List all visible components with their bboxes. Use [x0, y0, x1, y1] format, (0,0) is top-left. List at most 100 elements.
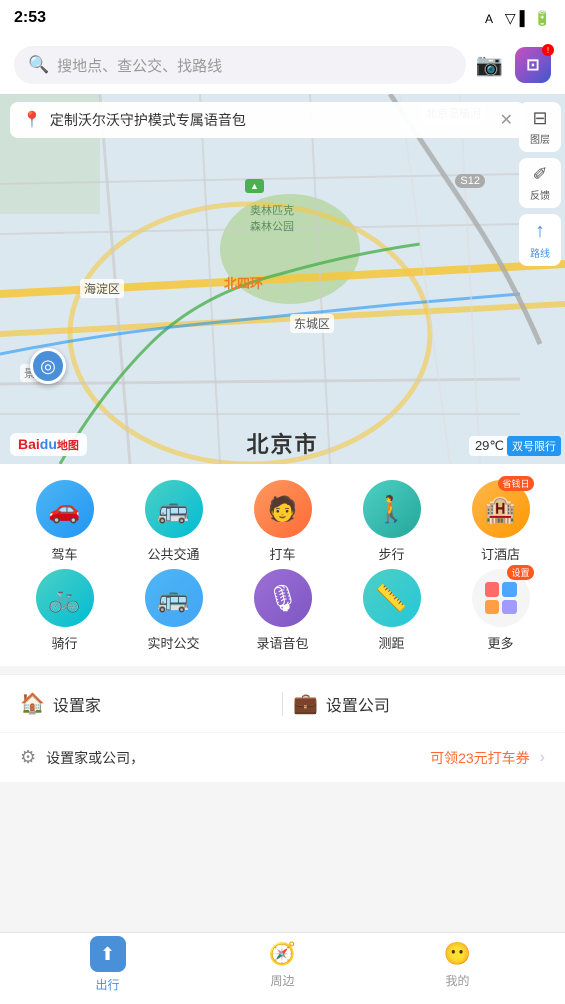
signal-bar-icon: ▌ — [520, 10, 530, 26]
promo-row[interactable]: ⚙ 设置家或公司， 可领23元打车券 › — [0, 733, 565, 782]
mine-label: 我的 — [445, 972, 469, 989]
voice-pack-button[interactable]: 🎙 录语音包 — [238, 569, 328, 652]
drive-label: 驾车 — [51, 544, 77, 563]
quick-actions-row1: 🚗 驾车 🚌 公共交通 🧑 打车 🚶 步行 省钱日 🏨 — [0, 480, 565, 563]
transit-button[interactable]: 🚌 公共交通 — [129, 480, 219, 563]
bike-button[interactable]: 🚲 骑行 — [20, 569, 110, 652]
travel-label: 出行 — [95, 976, 119, 993]
promo-icon: ⚙ — [20, 747, 36, 768]
hotel-icon: 省钱日 🏨 — [472, 480, 530, 538]
transit-label: 公共交通 — [147, 544, 199, 563]
nav-travel[interactable]: ⬆ 出行 — [20, 936, 195, 993]
banner-pin-icon: 📍 — [22, 110, 42, 130]
map-bottom-bar: Baidu地图 — [0, 424, 565, 464]
mine-icon: 😶 — [444, 940, 472, 968]
search-icon: 🔍 — [28, 55, 49, 75]
taxi-label: 打车 — [269, 544, 295, 563]
route-label: 路线 — [530, 245, 550, 260]
travel-icon: ⬆ — [90, 936, 126, 972]
bike-label: 骑行 — [51, 633, 77, 652]
map-banner: 📍 定制沃尔沃守护模式专属语音包 ✕ — [10, 102, 525, 138]
set-home-button[interactable]: 🏠 设置家 — [20, 691, 272, 716]
app-icon-button[interactable]: ⊡ ! — [515, 47, 551, 83]
walk-icon: 🚶 — [363, 480, 421, 538]
company-icon: 💼 — [293, 691, 318, 716]
baidu-logo: Baidu地图 — [10, 433, 87, 456]
promo-highlight-text: 可领23元打车券 — [430, 748, 530, 768]
set-home-label: 设置家 — [53, 692, 101, 716]
home-company-row: 🏠 设置家 💼 设置公司 — [0, 674, 565, 732]
walk-label: 步行 — [378, 544, 404, 563]
home-company-divider — [282, 692, 283, 716]
set-company-label: 设置公司 — [326, 692, 390, 716]
promo-arrow-icon: › — [540, 749, 545, 767]
hotel-badge: 省钱日 — [498, 476, 533, 491]
banner-text: 定制沃尔沃守护模式专属语音包 — [50, 110, 492, 130]
search-input-area[interactable]: 🔍 搜地点、查公交、找路线 — [14, 46, 466, 84]
taxi-button[interactable]: 🧑 打车 — [238, 480, 328, 563]
bike-icon: 🚲 — [36, 569, 94, 627]
measure-icon: 📏 — [363, 569, 421, 627]
layers-label: 图层 — [530, 131, 550, 146]
ring-road-label: 北四环 — [220, 272, 267, 293]
highway-s12-label: S12 — [455, 174, 485, 188]
walk-button[interactable]: 🚶 步行 — [347, 480, 437, 563]
more-button[interactable]: 设置 更多 — [456, 569, 546, 652]
park-badge: ▲ — [245, 179, 264, 193]
transit-icon: 🚌 — [145, 480, 203, 538]
banner-close-button[interactable]: ✕ — [500, 110, 513, 130]
search-placeholder: 搜地点、查公交、找路线 — [57, 55, 222, 76]
hotel-button[interactable]: 省钱日 🏨 订酒店 — [456, 480, 546, 563]
app-logo-icon: ⊡ — [526, 55, 539, 75]
drive-icon: 🚗 — [36, 480, 94, 538]
status-icons: A ▽ ▌ 🔋 — [485, 10, 551, 27]
battery-icon: 🔋 — [534, 10, 551, 27]
search-right-icons: 📷 ⊡ ! — [476, 47, 551, 83]
layers-icon: ⊟ — [532, 108, 547, 129]
measure-label: 测距 — [378, 633, 404, 652]
set-company-button[interactable]: 💼 设置公司 — [293, 691, 545, 716]
haidian-label: 海淀区 — [80, 279, 124, 298]
camera-icon[interactable]: 📷 — [476, 52, 503, 78]
quick-actions-row2: 🚲 骑行 🚌 实时公交 🎙 录语音包 📏 测距 设置 — [0, 569, 565, 652]
notification-badge: ! — [542, 44, 554, 56]
hotel-label: 订酒店 — [481, 544, 520, 563]
map-area[interactable]: 海淀区 东城区 景山区 奥林匹克森林公园 北京温榆河 北四环 S12 ▲ 📍 定… — [0, 94, 565, 464]
realtime-bus-button[interactable]: 🚌 实时公交 — [129, 569, 219, 652]
more-label: 更多 — [487, 633, 513, 652]
home-icon: 🏠 — [20, 691, 45, 716]
wifi-icon: ▽ — [505, 10, 516, 27]
measure-button[interactable]: 📏 测距 — [347, 569, 437, 652]
location-icon: ◎ — [40, 356, 56, 377]
svg-text:A: A — [485, 12, 493, 24]
nav-mine[interactable]: 😶 我的 — [370, 940, 545, 989]
promo-static-text: 设置家或公司， — [46, 748, 420, 768]
more-icon: 设置 — [472, 569, 530, 627]
feedback-label: 反馈 — [530, 187, 550, 202]
bottom-nav: ⬆ 出行 🧭 周边 😶 我的 — [0, 932, 565, 1004]
quick-actions-panel: 🚗 驾车 🚌 公共交通 🧑 打车 🚶 步行 省钱日 🏨 — [0, 464, 565, 666]
map-right-panel: ⊟ 图层 ✐ 反馈 ↑ 路线 — [515, 94, 565, 464]
status-time: 2:53 — [14, 9, 46, 27]
dongcheng-label: 东城区 — [290, 314, 334, 333]
layers-button[interactable]: ⊟ 图层 — [519, 102, 561, 152]
feedback-button[interactable]: ✐ 反馈 — [519, 158, 561, 208]
route-button[interactable]: ↑ 路线 — [519, 214, 561, 266]
drive-button[interactable]: 🚗 驾车 — [20, 480, 110, 563]
feedback-icon: ✐ — [532, 164, 547, 185]
park-label: 奥林匹克森林公园 — [250, 202, 294, 234]
my-location-button[interactable]: ◎ — [30, 348, 66, 384]
status-bar: 2:53 A ▽ ▌ 🔋 — [0, 0, 565, 36]
voice-pack-icon: 🎙 — [254, 569, 312, 627]
signal-icon: A — [485, 12, 501, 24]
voice-pack-label: 录语音包 — [256, 633, 308, 652]
realtime-bus-label: 实时公交 — [147, 633, 199, 652]
route-icon: ↑ — [535, 220, 545, 243]
nearby-icon: 🧭 — [269, 940, 297, 968]
settings-badge: 设置 — [507, 565, 533, 580]
nav-nearby[interactable]: 🧭 周边 — [195, 940, 370, 989]
search-bar: 🔍 搜地点、查公交、找路线 📷 ⊡ ! — [0, 36, 565, 94]
realtime-bus-icon: 🚌 — [145, 569, 203, 627]
nearby-label: 周边 — [270, 972, 294, 989]
taxi-icon: 🧑 — [254, 480, 312, 538]
